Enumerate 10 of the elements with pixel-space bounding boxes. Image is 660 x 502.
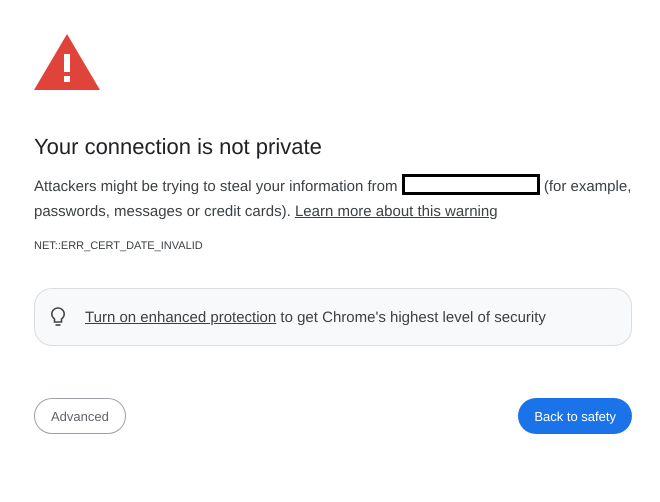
back-to-safety-button[interactable]: Back to safety	[518, 398, 632, 434]
protection-tip: Turn on enhanced protection to get Chrome's highest level of security	[85, 308, 546, 326]
enhanced-protection-link[interactable]: Turn on enhanced protection	[85, 308, 276, 326]
advanced-button[interactable]: Advanced	[34, 398, 126, 434]
learn-more-link[interactable]: Learn more about this warning	[294, 203, 498, 220]
error-code: NET::ERR_CERT_DATE_INVALID	[34, 240, 204, 252]
lightbulb-icon	[51, 307, 65, 327]
warning-icon	[34, 34, 100, 90]
warning-message: Attackers might be trying to steal your information from (for example, passwords, messages or credit cards). Learn more about this warning	[34, 174, 632, 224]
page-heading: Your connection is not private	[34, 134, 323, 160]
